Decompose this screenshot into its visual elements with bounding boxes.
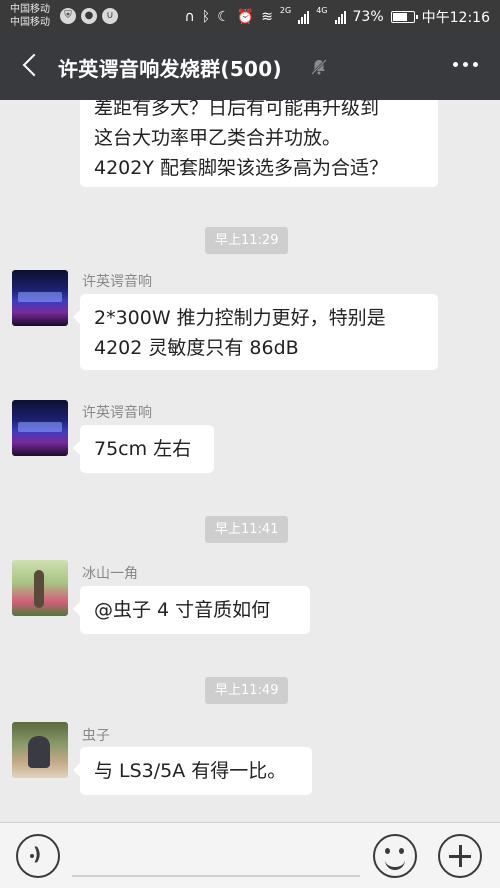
message-line: 这台大功率甲乙类合并功放。 — [94, 127, 342, 149]
shield-icon: ⛨ — [60, 8, 76, 24]
carrier-labels: 中国移动 中国移动 — [10, 3, 50, 29]
avatar[interactable] — [12, 722, 68, 778]
sender-name: 许英谔音响 — [82, 274, 152, 290]
message-line: 差距有多大？日后有可能再升级到 — [94, 100, 380, 119]
plus-icon[interactable] — [438, 834, 482, 878]
emoji-icon[interactable] — [373, 834, 417, 878]
mute-bell-icon — [311, 59, 327, 75]
message-line: 2*300W 推力控制力更好，特别是 — [94, 307, 386, 329]
wifi-icon: ≋ — [261, 9, 273, 25]
message-line: 4202Y 配套脚架该选多高为合适？ — [94, 157, 388, 179]
chat-notification-icon: ● — [81, 8, 97, 24]
battery-icon — [390, 11, 418, 23]
message-line: @虫子 4 寸音质如何 — [94, 599, 271, 621]
voice-icon[interactable] — [16, 834, 60, 878]
status-time: 中午12:16 — [421, 10, 490, 26]
message-line: 75cm 左右 — [94, 438, 192, 460]
chat-title: 许英谔音响发烧群(500) — [58, 57, 282, 81]
headset-icon: ∩ — [184, 9, 195, 25]
carrier-2: 中国移动 — [10, 17, 50, 28]
alarm-icon: ⏰ — [236, 9, 255, 25]
moon-icon: ☾ — [217, 9, 230, 25]
avatar[interactable] — [12, 560, 68, 616]
battery-percent: 73% — [352, 9, 384, 25]
signal-icon-1 — [298, 10, 310, 24]
signal-icon-2 — [334, 10, 346, 24]
notification-icons: ⛨ ● ∪ — [60, 8, 118, 24]
message-bubble[interactable]: 与 LS3/5A 有得一比。 — [73, 747, 312, 795]
sender-name: 许英谔音响 — [82, 405, 152, 421]
message-bubble[interactable]: 2*300W 推力控制力更好，特别是 4202 灵敏度只有 86dB — [73, 294, 438, 370]
avatar[interactable] — [12, 400, 68, 456]
message-bubble[interactable]: 75cm 左右 — [73, 425, 214, 473]
app-notification-icon: ∪ — [102, 8, 118, 24]
chat-header: 许英谔音响发烧群(500) — [0, 34, 500, 100]
input-bar — [0, 822, 500, 888]
avatar[interactable] — [12, 270, 68, 326]
bluetooth-icon: ᛒ — [201, 9, 211, 25]
message-line: 4202 灵敏度只有 86dB — [94, 337, 299, 359]
network-type-2: 4G — [316, 6, 328, 15]
status-right: ∩ ᛒ ☾ ⏰ ≋ 2G 4G 73% 中午12:16 — [185, 7, 490, 27]
message-bubble[interactable]: @虫子 4 寸音质如何 — [73, 586, 310, 634]
network-type-1: 2G — [279, 6, 292, 15]
sender-name: 虫子 — [82, 728, 110, 744]
carrier-1: 中国移动 — [10, 4, 50, 15]
status-bar: 中国移动 中国移动 ⛨ ● ∪ ∩ ᛒ ☾ ⏰ ≋ 2G 4G 73% 中午12… — [0, 0, 500, 34]
time-badge: 早上11:49 — [205, 677, 289, 704]
time-badge: 早上11:29 — [205, 227, 289, 254]
chat-messages[interactable]: 差距有多大？日后有可能再升级到 这台大功率甲乙类合并功放。 4202Y 配套脚架… — [0, 100, 500, 822]
back-arrow-icon[interactable] — [18, 50, 48, 84]
message-bubble[interactable]: 差距有多大？日后有可能再升级到 这台大功率甲乙类合并功放。 4202Y 配套脚架… — [80, 100, 438, 187]
message-line: 与 LS3/5A 有得一比。 — [94, 760, 287, 782]
sender-name: 冰山一角 — [82, 566, 138, 582]
more-dots-icon[interactable] — [453, 62, 478, 67]
time-badge: 早上11:41 — [205, 516, 289, 543]
message-input[interactable] — [72, 875, 360, 877]
